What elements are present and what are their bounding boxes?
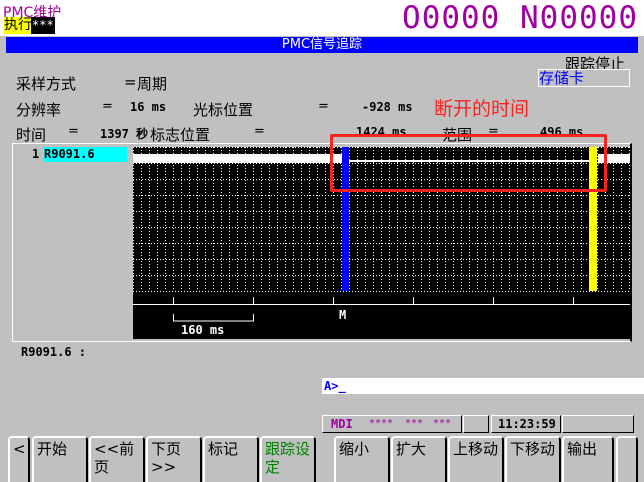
softkey-zoom-out[interactable]: 缩小 bbox=[334, 436, 390, 482]
status-mode: MDI bbox=[331, 417, 353, 431]
softkey-prev-page[interactable]: <<前页 bbox=[89, 436, 145, 482]
resolution-label: 分辨率 bbox=[16, 101, 62, 119]
resolution-eq: = bbox=[102, 99, 113, 114]
status-mode-box: MDI **** *** *** bbox=[322, 415, 462, 433]
softkey-trace-setting[interactable]: 跟踪设定 bbox=[260, 436, 316, 482]
annotation-text: 断开的时间 bbox=[434, 98, 530, 120]
scale-label: 160 ms bbox=[181, 323, 225, 337]
softkey-output[interactable]: 输出 bbox=[562, 436, 614, 482]
softkey-next[interactable] bbox=[616, 436, 638, 482]
status-stars-3: *** bbox=[433, 418, 452, 429]
sampling-eq: = bbox=[124, 73, 137, 91]
time-value: 1397 秒 bbox=[100, 127, 149, 141]
softkey-back[interactable]: < bbox=[8, 436, 30, 482]
softkey-zoom-in[interactable]: 扩大 bbox=[391, 436, 447, 482]
scale-bracket bbox=[173, 314, 254, 322]
softkey-move-down[interactable]: 下移动 bbox=[505, 436, 561, 482]
status-stars-2: *** bbox=[405, 418, 424, 429]
softkey-next-page[interactable]: 下页>> bbox=[146, 436, 202, 482]
sampling-value: 周期 bbox=[137, 75, 168, 93]
cursor-value: -928 ms bbox=[362, 100, 413, 114]
status-clock: 11:23:59 bbox=[491, 415, 561, 433]
cursor-eq: = bbox=[318, 99, 329, 114]
annotation-box bbox=[330, 134, 607, 192]
storage-card-button[interactable]: 存储卡 bbox=[538, 69, 630, 87]
status-empty-2 bbox=[562, 415, 634, 433]
program-number: O0000 N00000 bbox=[402, 0, 638, 36]
softkey-mark[interactable]: 标记 bbox=[203, 436, 259, 482]
signal-address[interactable]: R9091.6 bbox=[44, 147, 127, 162]
resolution-value: 16 ms bbox=[130, 100, 167, 114]
mark-eq: = bbox=[254, 124, 265, 139]
screen-title: PMC信号追踪 bbox=[6, 37, 638, 53]
header: PMC维护 执行 *** O0000 N00000 bbox=[0, 0, 644, 36]
status-value: *** bbox=[31, 17, 55, 34]
status-stars-1: **** bbox=[369, 418, 394, 429]
status-empty-1 bbox=[463, 415, 489, 433]
softkey-move-up[interactable]: 上移动 bbox=[448, 436, 504, 482]
softkey-start[interactable]: 开始 bbox=[32, 436, 88, 482]
command-input[interactable]: A>_ bbox=[322, 378, 644, 394]
mark-label: 标志位置 bbox=[150, 126, 211, 144]
cursor-label: 光标位置 bbox=[193, 101, 254, 119]
status-label: 执行 bbox=[4, 17, 32, 34]
time-label: 时间 bbox=[16, 126, 47, 144]
sampling-label: 采样方式 bbox=[16, 75, 77, 93]
time-eq: = bbox=[68, 124, 79, 139]
status-signal: R9091.6 : bbox=[21, 345, 87, 359]
signal-high-segment bbox=[133, 154, 349, 163]
signal-index: 1 bbox=[32, 147, 40, 161]
mark-label: M bbox=[339, 308, 347, 322]
